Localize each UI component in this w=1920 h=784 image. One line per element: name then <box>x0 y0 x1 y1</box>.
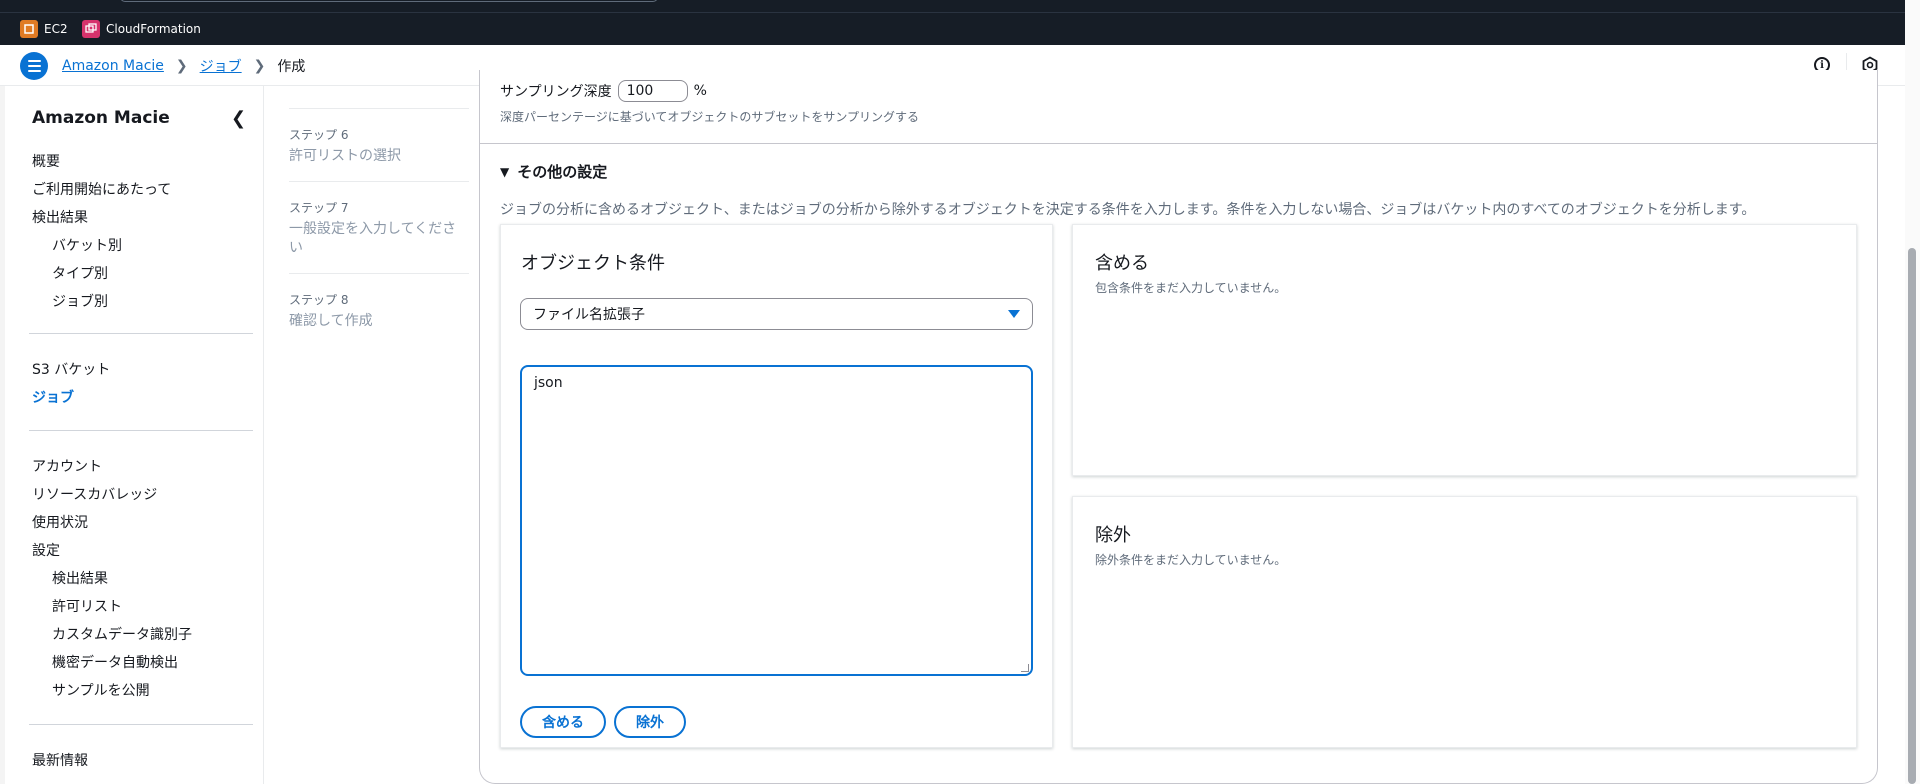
search-bar[interactable] <box>120 0 658 2</box>
step-divider <box>289 273 469 274</box>
nav-settings-findings[interactable]: 検出結果 <box>52 568 108 588</box>
step-divider <box>289 181 469 182</box>
include-button[interactable]: 含める <box>520 706 606 738</box>
sampling-depth-description: 深度パーセンテージに基づいてオブジェクトのサブセットをサンプリングする <box>500 110 920 124</box>
cloudformation-icon <box>82 20 100 38</box>
other-settings-title: その他の設定 <box>517 163 608 181</box>
nav-automated-discovery[interactable]: 機密データ自動検出 <box>52 652 178 672</box>
side-nav-title: Amazon Macie <box>32 108 170 128</box>
other-settings-description: ジョブの分析に含めるオブジェクト、またはジョブの分析から除外するオブジェクトを決… <box>500 202 1756 218</box>
step-divider <box>289 108 469 109</box>
breadcrumb-macie[interactable]: Amazon Macie <box>62 58 164 74</box>
exclude-empty-text: 除外条件をまだ入力していません。 <box>1095 553 1287 567</box>
include-title: 含める <box>1095 253 1149 274</box>
favorite-ec2[interactable]: EC2 <box>20 19 68 39</box>
nav-resource-coverage[interactable]: リソースカバレッジ <box>32 484 157 504</box>
caret-down-icon <box>1008 310 1020 318</box>
step-number: ステップ 7 <box>289 201 349 215</box>
nav-s3-buckets[interactable]: S3 バケット <box>32 359 110 379</box>
nav-reveal-samples[interactable]: サンプルを公開 <box>52 680 150 700</box>
step-name: 一般設定を入力してください <box>289 221 457 256</box>
exclude-panel: 除外 除外条件をまだ入力していません。 <box>1072 496 1857 748</box>
step-number: ステップ 6 <box>289 128 349 142</box>
favorite-label: CloudFormation <box>106 22 201 36</box>
condition-value-textarea[interactable]: json <box>520 365 1033 676</box>
nav-divider <box>29 724 253 725</box>
hamburger-line <box>27 70 41 72</box>
condition-type-select[interactable]: ファイル名拡張子 <box>520 298 1033 330</box>
favorite-label: EC2 <box>44 22 68 36</box>
sampling-depth-input[interactable]: 100 <box>617 80 688 102</box>
condition-value-text: json <box>534 375 563 391</box>
breadcrumb-current: 作成 <box>277 59 306 75</box>
nav-getting-started[interactable]: ご利用開始にあたって <box>32 179 171 199</box>
nav-overview[interactable]: 概要 <box>32 151 60 171</box>
condition-type-value: ファイル名拡張子 <box>533 307 645 323</box>
nav-jobs[interactable]: ジョブ <box>32 387 74 407</box>
nav-findings-by-job[interactable]: ジョブ別 <box>52 291 108 311</box>
nav-findings[interactable]: 検出結果 <box>32 207 88 227</box>
exclude-button[interactable]: 除外 <box>614 706 686 738</box>
step-name: 許可リストの選択 <box>289 148 401 164</box>
include-empty-text: 包含条件をまだ入力していません。 <box>1095 281 1287 295</box>
sampling-depth-row: サンプリング深度 100 % <box>500 80 707 102</box>
nav-settings[interactable]: 設定 <box>32 540 60 560</box>
sampling-depth-label: サンプリング深度 <box>500 84 612 100</box>
breadcrumb: Amazon Macie ❯ ジョブ ❯ 作成 <box>62 56 305 76</box>
hamburger-line <box>27 65 41 67</box>
nav-findings-by-bucket[interactable]: バケット別 <box>52 235 122 255</box>
nav-allow-lists[interactable]: 許可リスト <box>52 596 122 616</box>
scrollbar-thumb[interactable] <box>1908 248 1916 784</box>
nav-findings-by-type[interactable]: タイプ別 <box>52 263 108 283</box>
wizard-step-6: ステップ 6 許可リストの選択 <box>289 126 459 166</box>
menu-toggle-button[interactable] <box>20 52 48 80</box>
hamburger-icon <box>27 60 41 62</box>
chevron-right-icon: ❯ <box>175 58 188 74</box>
step-name: 確認して作成 <box>289 313 373 329</box>
nav-whats-new[interactable]: 最新情報 <box>32 750 88 770</box>
nav-accounts[interactable]: アカウント <box>32 456 102 476</box>
exclude-title: 除外 <box>1095 525 1131 546</box>
step-number: ステップ 8 <box>289 293 349 307</box>
wizard-step-7: ステップ 7 一般設定を入力してください <box>289 199 459 258</box>
wizard-steps: ステップ 6 許可リストの選択 ステップ 7 一般設定を入力してください ステッ… <box>264 86 479 784</box>
top-navigation-bar: EC2 CloudFormation <box>0 0 1920 45</box>
nav-custom-data-identifiers[interactable]: カスタムデータ識別子 <box>52 624 192 644</box>
nav-divider <box>29 430 253 431</box>
other-settings-toggle[interactable]: ▼ その他の設定 <box>500 161 607 182</box>
sampling-depth-unit: % <box>693 83 707 99</box>
console-top-strip <box>0 0 1920 13</box>
favorite-cloudformation[interactable]: CloudFormation <box>82 19 201 39</box>
chevron-left-icon[interactable]: ❮ <box>231 108 246 129</box>
resize-handle-icon[interactable] <box>1021 664 1029 672</box>
side-navigation: Amazon Macie ❮ 概要 ご利用開始にあたって 検出結果 バケット別 … <box>0 86 264 784</box>
ec2-icon <box>20 20 38 38</box>
nav-divider <box>29 333 253 334</box>
nav-usage[interactable]: 使用状況 <box>32 512 88 532</box>
card-divider <box>480 143 1877 144</box>
breadcrumb-jobs[interactable]: ジョブ <box>200 56 242 76</box>
object-condition-title: オブジェクト条件 <box>521 253 665 274</box>
chevron-right-icon: ❯ <box>253 58 266 74</box>
caret-down-icon: ▼ <box>500 164 510 179</box>
include-panel: 含める 包含条件をまだ入力していません。 <box>1072 224 1857 476</box>
wizard-step-8: ステップ 8 確認して作成 <box>289 291 459 331</box>
